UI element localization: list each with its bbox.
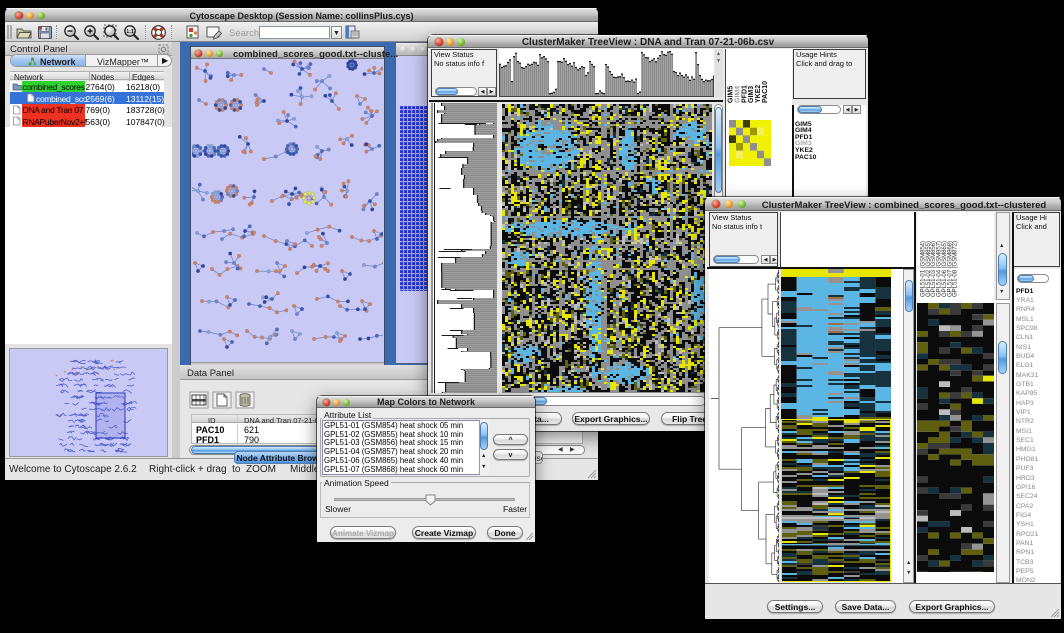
svg-text:PAC10: PAC10: [762, 81, 769, 103]
svg-text:1:1: 1:1: [126, 29, 133, 35]
svg-text:GPL51-08 (GSM872): GPL51-08 (GSM872): [952, 241, 959, 297]
